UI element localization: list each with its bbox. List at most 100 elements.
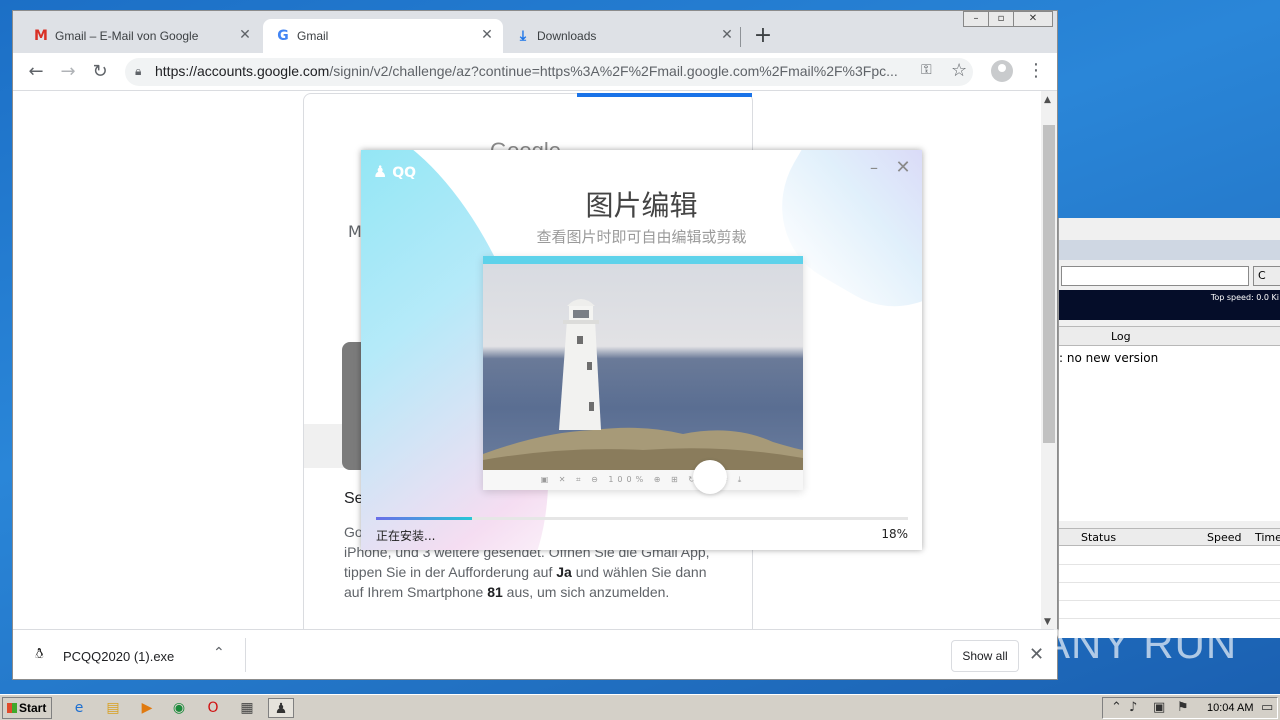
column-time[interactable]: Time	[1255, 531, 1280, 544]
paragraph-emphasis: Ja	[556, 564, 572, 580]
log-line: : no new version	[1059, 351, 1159, 365]
gmail-icon: M	[34, 28, 48, 44]
download-bar: 🐧︎ PCQQ2020 (1).exe ⌃ Show all ✕	[13, 629, 1057, 679]
scroll-up-icon[interactable]: ▲	[1044, 95, 1051, 105]
paragraph-line: und wählen Sie dann	[575, 564, 707, 580]
qq-taskbar-icon[interactable]: ♟	[268, 698, 294, 718]
scrollbar-thumb[interactable]	[1043, 125, 1055, 443]
lock-icon[interactable]: 🔒︎	[135, 64, 149, 80]
install-status: 正在安装...	[376, 529, 436, 543]
background-app-address-field[interactable]	[1061, 266, 1249, 286]
preview-toolbar: ▣ ✕ ⌗ ⊖ 100% ⊕ ⊞ ↻ ✎ ⌗ ⤓	[540, 475, 746, 484]
hfs-icon[interactable]: ▦	[234, 698, 260, 718]
qq-installer-icon: 🐧︎	[35, 646, 44, 662]
feature-preview: ▣ ✕ ⌗ ⊖ 100% ⊕ ⊞ ↻ ✎ ⌗ ⤓	[483, 256, 803, 494]
start-button[interactable]: Start	[2, 697, 52, 719]
crop-highlight	[693, 460, 727, 494]
background-app-window: C Top speed: 0.0 Ki Log : no new version…	[1058, 218, 1280, 638]
install-percent: 18%	[881, 527, 908, 541]
paragraph-emphasis: 81	[487, 584, 503, 600]
paragraph-line: tippen Sie in der Aufforderung auf	[344, 564, 553, 580]
address-bar[interactable]: 🔒︎ https://accounts.google.com/signin/v2…	[125, 58, 973, 86]
close-tab-icon[interactable]: ✕	[237, 27, 253, 43]
qq-installer-window: ♟ QQ – ✕ 图片编辑 查看图片时即可自由编辑或剪裁 ▣ ✕ ⌗ ⊖ 100…	[361, 150, 922, 550]
preview-titlebar	[483, 256, 803, 264]
qq-close-icon[interactable]: ✕	[895, 158, 911, 178]
tab-gmail[interactable]: G Gmail ✕	[263, 19, 503, 53]
browser-toolbar: ← → ↻ 🔒︎ https://accounts.google.com/sig…	[13, 53, 1057, 91]
reload-icon[interactable]: ↻	[89, 61, 111, 83]
paragraph-line: aus, um sich anzumelden.	[506, 584, 670, 600]
forward-icon[interactable]: →	[57, 61, 79, 83]
start-label: Start	[19, 701, 47, 715]
show-desktop-icon[interactable]: ▭	[1261, 700, 1273, 715]
url-path: /signin/v2/challenge/az?continue=https%3…	[329, 63, 898, 79]
lighthouse-photo	[483, 264, 803, 470]
explorer-icon[interactable]: ▤	[100, 698, 126, 718]
lighthouse-illustration	[483, 299, 803, 470]
back-icon[interactable]: ←	[25, 61, 47, 83]
qq-logo-text: QQ	[392, 165, 417, 181]
qq-minimize-icon[interactable]: –	[867, 158, 881, 178]
page-scrollbar[interactable]: ▲ ▼	[1041, 91, 1057, 629]
windows-flag-icon	[7, 703, 17, 713]
flag-icon[interactable]: ⚑	[1177, 700, 1189, 715]
clock[interactable]: 10:04 AM	[1207, 702, 1253, 714]
ie-icon[interactable]: e	[66, 698, 92, 718]
tab-title: Downloads	[537, 29, 597, 43]
chrome-icon[interactable]: ◉	[166, 698, 192, 718]
feature-subtitle: 查看图片时即可自由编辑或剪裁	[536, 228, 747, 246]
column-speed[interactable]: Speed	[1207, 531, 1241, 544]
log-body: : no new version	[1059, 346, 1280, 521]
network-icon[interactable]: ▣	[1153, 700, 1165, 715]
google-g-icon: G	[277, 28, 289, 44]
close-tab-icon[interactable]: ✕	[479, 27, 495, 43]
volume-icon[interactable]: ♪	[1129, 700, 1137, 715]
chevron-up-icon[interactable]: ⌃	[213, 645, 225, 661]
log-header[interactable]: Log	[1059, 326, 1280, 346]
tab-title: Gmail	[297, 29, 329, 43]
paragraph-line: auf Ihrem Smartphone	[344, 584, 484, 600]
tab-strip: M Gmail – E-Mail von Google ✕ G Gmail ✕ …	[13, 11, 1057, 53]
tab-gmail-email[interactable]: M Gmail – E-Mail von Google ✕	[21, 19, 261, 53]
paragraph-line: Go	[344, 524, 363, 540]
install-progress-fill	[376, 517, 472, 520]
minimize-button[interactable]: –	[963, 11, 989, 27]
background-app-titlebar	[1059, 240, 1280, 260]
install-progress-track	[376, 517, 908, 520]
opera-icon[interactable]: O	[200, 698, 226, 718]
close-window-button[interactable]: ✕	[1013, 11, 1053, 27]
tab-downloads[interactable]: ⤓ Downloads ✕	[503, 19, 743, 53]
top-speed-label: Top speed: 0.0 Ki	[1210, 293, 1279, 302]
card-heading: M	[348, 222, 362, 241]
show-all-button[interactable]: Show all	[951, 640, 1019, 672]
url-host: https://accounts.google.com	[155, 63, 330, 79]
url-text[interactable]: https://accounts.google.com/signin/v2/ch…	[155, 63, 903, 79]
download-separator	[245, 638, 246, 672]
close-tab-icon[interactable]: ✕	[719, 27, 735, 43]
transfer-table-header: Status Speed Time	[1059, 528, 1280, 546]
feature-title: 图片编辑	[585, 189, 698, 222]
tab-separator	[740, 27, 741, 47]
media-player-icon[interactable]: ▶	[134, 698, 160, 718]
profile-avatar-icon[interactable]	[991, 60, 1013, 82]
background-app-button[interactable]: C	[1253, 266, 1280, 286]
more-menu-icon[interactable]: ⋮	[1027, 59, 1045, 83]
taskbar: Start e ▤ ▶ ◉ O ▦ ♟ ⌃ ♪ ▣ ⚑ 10:04 AM ▭	[0, 694, 1280, 720]
background-app-button-label: C	[1258, 269, 1266, 282]
system-tray: ⌃ ♪ ▣ ⚑ 10:04 AM ▭	[1102, 697, 1278, 719]
download-icon: ⤓	[519, 28, 527, 44]
column-status[interactable]: Status	[1081, 531, 1116, 544]
speed-graph: Top speed: 0.0 Ki	[1059, 290, 1280, 320]
bookmark-star-icon[interactable]: ☆	[951, 60, 967, 81]
qq-logo: ♟ QQ	[373, 162, 416, 181]
log-header-label: Log	[1111, 330, 1131, 343]
key-icon[interactable]: ⚿	[921, 62, 932, 78]
download-filename[interactable]: PCQQ2020 (1).exe	[63, 649, 174, 664]
watermark-text: ANY RUN	[1042, 620, 1238, 667]
loading-bar	[577, 93, 752, 97]
maximize-button[interactable]: ▫	[988, 11, 1014, 27]
tray-expand-icon[interactable]: ⌃	[1111, 700, 1122, 715]
new-tab-button[interactable]: +	[751, 25, 775, 49]
qq-penguin-icon: ♟	[373, 162, 388, 181]
